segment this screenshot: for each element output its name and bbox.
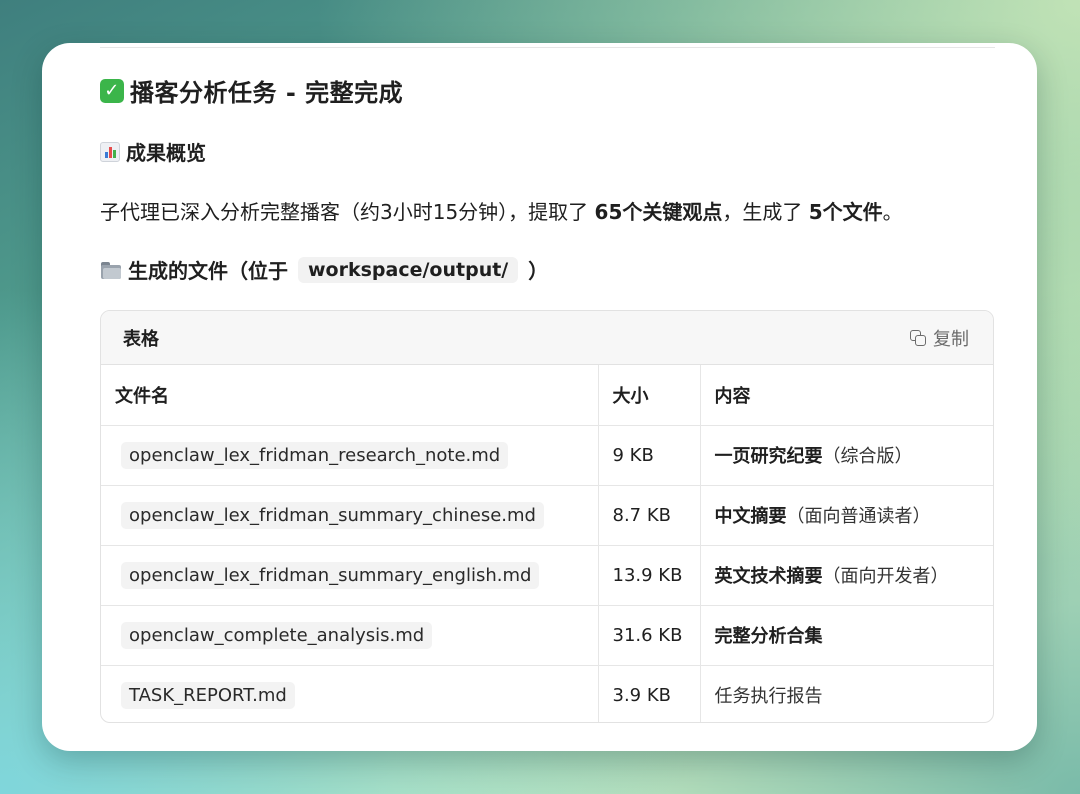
file-size: 31.6 KB xyxy=(597,605,700,666)
title-text: 播客分析任务 - 完整完成 xyxy=(130,79,404,107)
table-row: openclaw_lex_fridman_summary_chinese.md … xyxy=(101,485,993,546)
paragraph-text-2: ，生成了 xyxy=(722,200,809,224)
table-row: openclaw_lex_fridman_summary_english.md … xyxy=(101,545,993,606)
file-desc-rest: （综合版） xyxy=(822,446,913,467)
file-name: openclaw_complete_analysis.md xyxy=(121,621,433,649)
files-table-block: 表格 复制 文件名 大小 内容 openclaw_lex_fridman_res… xyxy=(100,310,994,723)
column-header-desc: 内容 xyxy=(699,365,993,426)
file-desc-rest: （面向普通读者） xyxy=(786,506,931,527)
paragraph-text-3: 。 xyxy=(882,200,903,224)
paragraph-bold-files: 5个文件 xyxy=(808,200,883,224)
table-header-row: 文件名 大小 内容 xyxy=(101,365,993,426)
file-size: 3.9 KB xyxy=(597,665,700,722)
table-title: 表格 xyxy=(123,328,159,350)
output-path-code: workspace/output/ xyxy=(298,256,519,283)
file-name: openclaw_lex_fridman_summary_chinese.md xyxy=(121,501,544,529)
check-mark-icon: ✓ xyxy=(100,78,124,103)
file-desc-bold: 中文摘要 xyxy=(714,506,787,527)
table-header-bar: 表格 复制 xyxy=(101,311,993,365)
file-desc-bold: 英文技术摘要 xyxy=(714,566,823,587)
copy-label: 复制 xyxy=(933,328,969,350)
table-row: openclaw_lex_fridman_research_note.md 9 … xyxy=(101,425,993,486)
file-desc-rest: 任务执行报告 xyxy=(714,686,823,708)
files-heading: 生成的文件（位于 workspace/output/ ） xyxy=(100,255,548,284)
table-row: openclaw_complete_analysis.md 31.6 KB 完整… xyxy=(101,605,993,666)
column-header-size: 大小 xyxy=(597,365,700,426)
folder-icon xyxy=(100,261,122,279)
paragraph-bold-points: 65个关键观点 xyxy=(594,200,723,224)
column-header-name: 文件名 xyxy=(101,365,598,426)
paragraph-text-1: 子代理已深入分析完整播客（约3小时15分钟），提取了 xyxy=(100,200,595,224)
file-name: TASK_REPORT.md xyxy=(121,681,295,709)
file-name: openclaw_lex_fridman_research_note.md xyxy=(121,441,509,469)
file-size: 9 KB xyxy=(597,425,700,486)
copy-button[interactable]: 复制 xyxy=(909,325,969,351)
overview-heading: 成果概览 xyxy=(100,137,206,166)
page-title: ✓ 播客分析任务 - 完整完成 xyxy=(100,73,403,108)
table-row: TASK_REPORT.md 3.9 KB 任务执行报告 xyxy=(101,665,993,722)
file-desc-rest: （面向开发者） xyxy=(822,566,949,587)
files-heading-prefix: 生成的文件（位于 xyxy=(128,259,288,283)
files-heading-suffix: ） xyxy=(528,259,549,283)
file-name: openclaw_lex_fridman_summary_english.md xyxy=(121,561,540,589)
message-card: ✓ 播客分析任务 - 完整完成 成果概览 子代理已深入分析完整播客（约3小时15… xyxy=(42,43,1037,751)
overview-paragraph: 子代理已深入分析完整播客（约3小时15分钟），提取了 65个关键观点，生成了 5… xyxy=(100,196,903,225)
file-size: 13.9 KB xyxy=(597,545,700,606)
bar-chart-icon xyxy=(100,141,120,162)
overview-heading-text: 成果概览 xyxy=(126,141,206,165)
copy-icon xyxy=(909,329,927,347)
file-desc-bold: 一页研究纪要 xyxy=(714,446,823,467)
file-desc-bold: 完整分析合集 xyxy=(714,626,823,647)
top-divider xyxy=(100,47,995,48)
file-size: 8.7 KB xyxy=(597,485,700,546)
files-table: 文件名 大小 内容 openclaw_lex_fridman_research_… xyxy=(101,365,993,722)
